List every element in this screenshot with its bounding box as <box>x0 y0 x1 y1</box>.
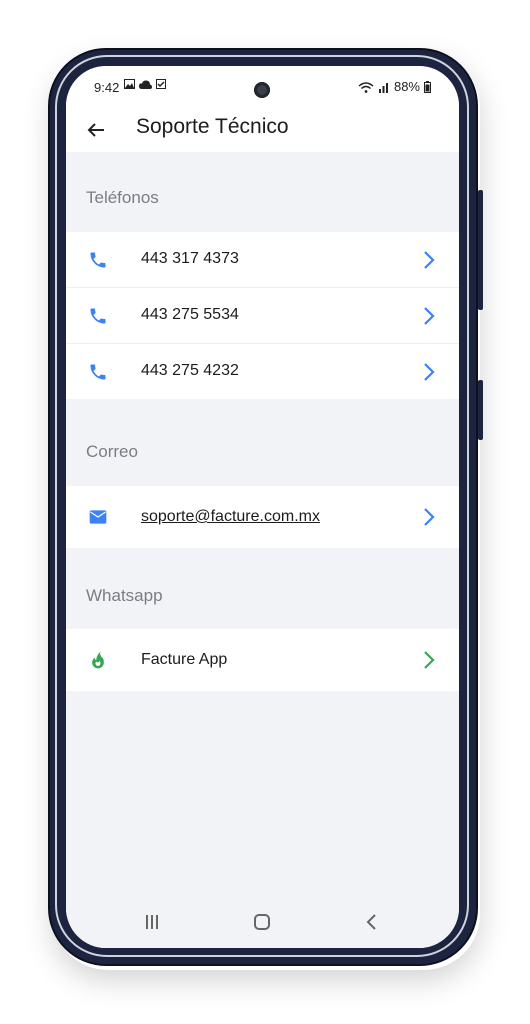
status-bar: 9:42 88% <box>66 66 459 110</box>
whatsapp-flame-icon <box>92 651 104 669</box>
home-icon[interactable] <box>250 912 274 932</box>
phone-row-3[interactable]: 443 275 4232 <box>66 344 459 399</box>
battery-percent: 88% <box>393 79 420 94</box>
signal-icon <box>378 82 388 93</box>
task-check-icon <box>156 79 166 89</box>
volume-button <box>478 190 483 310</box>
section-label-phones: Teléfonos <box>86 188 159 207</box>
page-title: Soporte Técnico <box>136 115 289 138</box>
section-label-whatsapp: Whatsapp <box>86 586 163 605</box>
back-nav-icon[interactable] <box>360 912 384 932</box>
mail-icon <box>89 510 107 524</box>
whatsapp-card: Facture App <box>66 629 459 691</box>
phone-row-2[interactable]: 443 275 5534 <box>66 288 459 344</box>
chevron-right-icon <box>424 307 435 325</box>
phone-icon <box>90 308 106 324</box>
chevron-right-icon <box>424 251 435 269</box>
system-nav-bar <box>66 898 459 948</box>
email-card: soporte@facture.com.mx <box>66 486 459 548</box>
cloud-icon <box>139 79 152 89</box>
phone-row-1[interactable]: 443 317 4373 <box>66 232 459 288</box>
battery-icon <box>424 80 431 93</box>
chevron-right-icon <box>424 508 435 526</box>
wifi-icon <box>358 81 374 93</box>
recents-icon[interactable] <box>140 912 164 932</box>
whatsapp-contact: Facture App <box>141 651 228 668</box>
chevron-right-icon <box>424 651 435 669</box>
app-bar: Soporte Técnico <box>66 110 459 152</box>
email-address[interactable]: soporte@facture.com.mx <box>141 508 320 526</box>
phone-number: 443 275 5534 <box>141 306 239 323</box>
back-arrow-icon[interactable] <box>84 118 108 142</box>
phone-number: 443 275 4232 <box>141 362 239 379</box>
gallery-icon <box>124 79 135 89</box>
screen: 9:42 88% Soporte Técnico Teléfonos 443 3… <box>66 66 459 948</box>
phone-icon <box>90 364 106 380</box>
phone-number: 443 317 4373 <box>141 250 239 267</box>
power-button <box>478 380 483 440</box>
whatsapp-row[interactable]: Facture App <box>66 629 459 691</box>
phones-card: 443 317 4373 443 275 5534 443 275 4232 <box>66 232 459 399</box>
section-label-email: Correo <box>86 442 138 461</box>
phone-icon <box>90 252 106 268</box>
chevron-right-icon <box>424 363 435 381</box>
status-system-icons: 88% <box>358 79 431 94</box>
email-row[interactable]: soporte@facture.com.mx <box>66 486 459 548</box>
status-time: 9:42 <box>94 80 120 95</box>
front-camera <box>254 82 270 98</box>
status-notification-icons <box>124 79 166 89</box>
